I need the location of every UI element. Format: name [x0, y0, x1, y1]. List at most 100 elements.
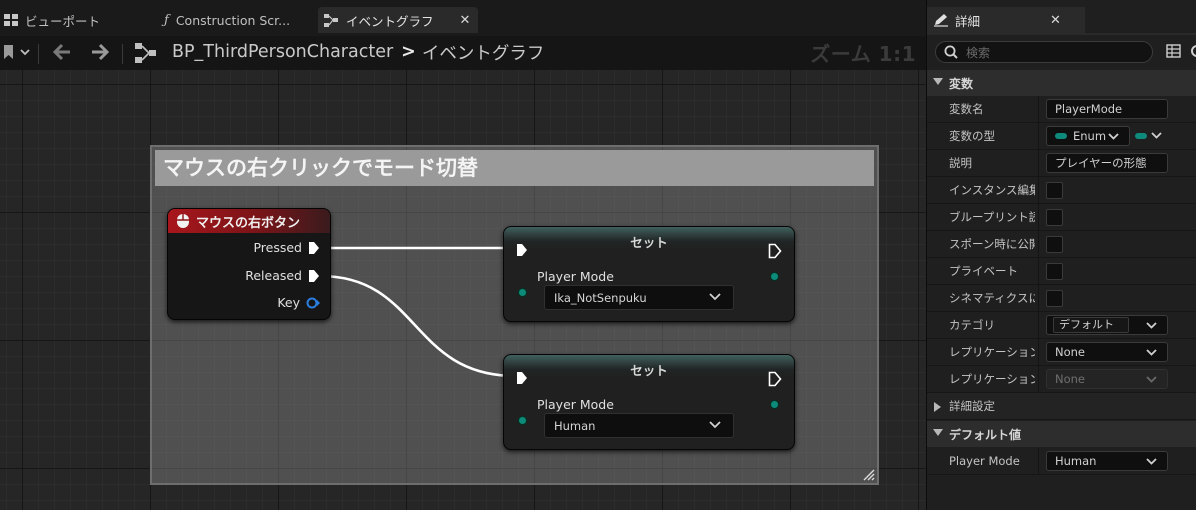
event-node-title: マウスの右ボタン	[196, 215, 301, 231]
private-checkbox[interactable]	[1046, 263, 1063, 280]
set-node-label: Player Mode	[537, 397, 614, 412]
graph-canvas[interactable]: マウスの右クリックでモード切替 マウスの右ボタン Pressed Release…	[0, 70, 926, 510]
dropdown-value: Human	[554, 418, 596, 433]
prop-description: 説明 プレイヤーの形態	[927, 150, 1196, 177]
pin-label: Pressed	[253, 240, 302, 255]
breadcrumb: BP_ThirdPersonCharacter > イベントグラフ	[172, 38, 544, 66]
enum-in-pin[interactable]	[519, 417, 526, 424]
breadcrumb-separator: >	[401, 42, 416, 62]
viewport-grid-icon	[4, 14, 18, 26]
event-node-right-mouse-button[interactable]: マウスの右ボタン Pressed Released Key	[167, 208, 331, 320]
enum-value-dropdown[interactable]: Ika_NotSenpuku	[544, 285, 734, 310]
section-default-value[interactable]: デフォルト値	[927, 421, 1196, 447]
prop-replication-condition: レプリケーション条件 None	[927, 366, 1196, 393]
prop-expose-to-cinematics: シネマティクスに公開	[927, 285, 1196, 312]
arrow-right-icon	[92, 43, 110, 61]
enum-out-pin[interactable]	[771, 401, 778, 408]
tab-underline	[927, 33, 1196, 35]
tab-event-graph[interactable]: イベントグラフ ✕	[318, 7, 478, 33]
prop-instance-editable: インスタンス編集可能	[927, 177, 1196, 204]
prop-label: 説明	[949, 156, 972, 170]
enum-value-dropdown[interactable]: Human	[544, 413, 734, 438]
input-value: デフォルト	[1059, 318, 1114, 331]
blueprint-readonly-checkbox[interactable]	[1046, 209, 1063, 226]
prop-label: レプリケーション条件	[949, 372, 1035, 386]
search-icon	[944, 45, 958, 59]
set-node-player-mode[interactable]: セット Player Mode Human	[503, 354, 795, 450]
prop-label: カテゴリ	[949, 318, 995, 332]
prop-label: ブループリント読み取り専用	[949, 210, 1035, 224]
close-icon[interactable]: ✕	[460, 13, 471, 28]
details-panel: 詳細 ✕ 検索 変数 変数名 PlayerMode 変数の型 Enum 説明 プ…	[926, 0, 1196, 510]
prop-label: Player Mode	[949, 454, 1020, 468]
input-value: プレイヤーの形態	[1055, 156, 1147, 170]
expose-on-spawn-checkbox[interactable]	[1046, 236, 1063, 253]
category-text-field[interactable]: デフォルト	[1053, 317, 1129, 333]
exec-out-pin-icon[interactable]	[768, 371, 782, 387]
set-node-player-mode[interactable]: セット Player Mode Ika_NotSenpuku	[503, 226, 795, 322]
prop-label: 変数の型	[949, 129, 995, 143]
category-combobox[interactable]: デフォルト	[1046, 315, 1168, 335]
variable-type-dropdown[interactable]: Enum	[1046, 126, 1130, 146]
exec-out-pin-icon[interactable]	[768, 243, 782, 259]
graph-toolbar: BP_ThirdPersonCharacter > イベントグラフ ズーム 1:…	[0, 36, 926, 70]
struct-pin-icon[interactable]	[306, 297, 320, 309]
chevron-down-icon	[709, 421, 721, 429]
breadcrumb-current[interactable]: イベントグラフ	[422, 40, 545, 65]
table-view-icon[interactable]	[1166, 43, 1182, 59]
instance-editable-checkbox[interactable]	[1046, 182, 1063, 199]
replication-dropdown[interactable]: None	[1046, 342, 1168, 362]
dropdown-value: Human	[1055, 454, 1097, 468]
prop-variable-type: 変数の型 Enum	[927, 123, 1196, 150]
variable-name-input[interactable]: PlayerMode	[1046, 99, 1168, 119]
replication-condition-dropdown: None	[1046, 369, 1168, 389]
details-search-input[interactable]: 検索	[935, 41, 1153, 63]
description-input[interactable]: プレイヤーの形態	[1046, 153, 1168, 173]
bookmark-dropdown[interactable]	[2, 44, 32, 60]
exec-pin-icon[interactable]	[308, 241, 320, 255]
prop-label: スポーン時に公開	[949, 237, 1035, 251]
prop-label: インスタンス編集可能	[949, 183, 1035, 197]
default-player-mode-dropdown[interactable]: Human	[1046, 451, 1168, 471]
enum-color-swatch	[1055, 133, 1067, 139]
prop-default-player-mode: Player Mode Human	[927, 448, 1196, 475]
tab-construction-script[interactable]: ƒ Construction Scr...	[164, 7, 314, 33]
pin-key[interactable]: Key	[277, 295, 320, 310]
forward-button[interactable]	[90, 43, 110, 61]
pin-label: Key	[277, 295, 300, 310]
breadcrumb-root[interactable]: BP_ThirdPersonCharacter	[172, 42, 393, 62]
search-placeholder: 検索	[966, 45, 991, 60]
pin-label: Released	[245, 268, 302, 283]
chevron-down-icon	[1146, 376, 1157, 383]
tab-viewport[interactable]: ビューポート	[0, 7, 150, 33]
exec-pin-icon[interactable]	[308, 269, 320, 283]
pencil-icon	[934, 14, 948, 27]
exec-in-pin-icon[interactable]	[516, 371, 528, 385]
chevron-right-icon	[934, 402, 941, 412]
pin-released[interactable]: Released	[245, 268, 320, 283]
graph-hierarchy-icon	[134, 42, 158, 64]
dropdown-value: Ika_NotSenpuku	[554, 290, 647, 305]
zoom-level: ズーム 1:1	[810, 41, 916, 66]
pin-pressed[interactable]: Pressed	[253, 240, 320, 255]
settings-icon[interactable]	[1189, 43, 1196, 59]
tab-details[interactable]: 詳細 ✕	[927, 7, 1085, 33]
input-value: PlayerMode	[1055, 102, 1123, 116]
section-advanced[interactable]: 詳細設定	[927, 393, 1196, 420]
prop-label: プライベート	[949, 264, 1018, 278]
dropdown-value: None	[1055, 345, 1086, 359]
enum-out-pin[interactable]	[771, 273, 778, 280]
chevron-down-icon	[1146, 458, 1157, 465]
back-button[interactable]	[52, 43, 72, 61]
exec-wire-released	[319, 274, 517, 378]
enum-in-pin[interactable]	[519, 289, 526, 296]
prop-label: 変数名	[949, 102, 984, 116]
container-swatch	[1135, 133, 1147, 139]
close-icon[interactable]: ✕	[1050, 13, 1061, 28]
exec-in-pin-icon[interactable]	[516, 243, 528, 257]
prop-category: カテゴリ デフォルト	[927, 312, 1196, 339]
expose-to-cinematics-checkbox[interactable]	[1046, 290, 1063, 307]
section-title: 変数	[949, 76, 974, 91]
container-type-dropdown[interactable]	[1135, 128, 1165, 144]
section-variable[interactable]: 変数	[927, 70, 1196, 96]
